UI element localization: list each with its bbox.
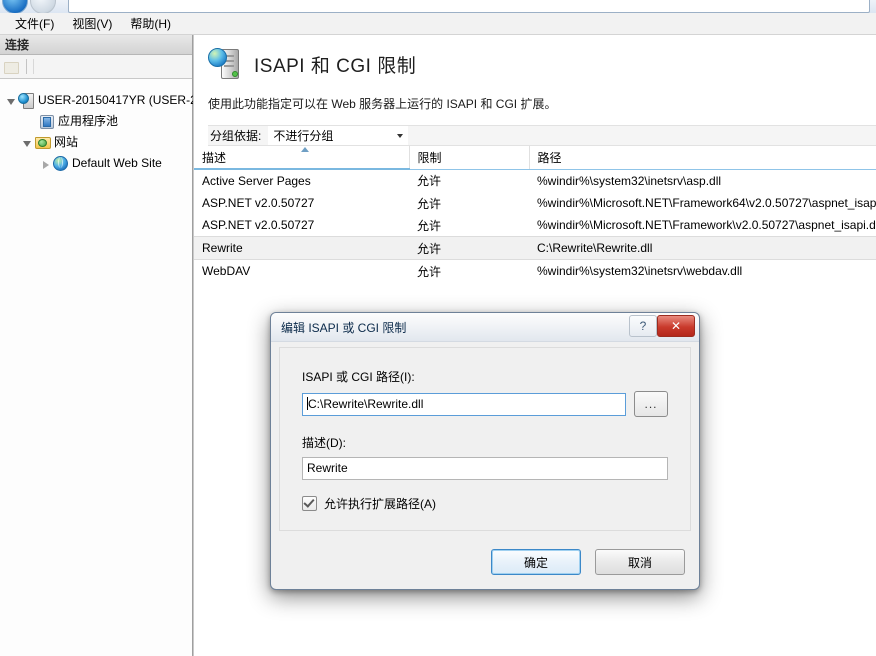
page-header: ISAPI 和 CGI 限制: [194, 35, 876, 81]
isapi-restrictions-table: 描述 限制 路径 Active Server Pages 允许 %windir%…: [194, 146, 876, 282]
group-by-bar: 分组依据: 不进行分组: [208, 125, 876, 146]
menu-bar: 文件(F) 视图(V) 帮助(H): [0, 13, 876, 35]
column-header-label: 限制: [417, 150, 442, 165]
address-input[interactable]: [68, 0, 870, 13]
path-input[interactable]: C:\Rewrite\Rewrite.dll: [302, 392, 626, 416]
edit-isapi-cgi-restriction-dialog: 编辑 ISAPI 或 CGI 限制 ? ✕ ISAPI 或 CGI 路径(I):…: [270, 312, 700, 590]
menu-file[interactable]: 文件(F): [6, 13, 63, 34]
connections-pane-title: 连接: [0, 35, 192, 55]
cell-restriction: 允许: [417, 264, 442, 279]
sites-folder-icon: [34, 134, 51, 150]
cell-path: %windir%\Microsoft.NET\Framework64\v2.0.…: [537, 196, 876, 210]
tree-item-label: 应用程序池: [58, 114, 119, 128]
table-row[interactable]: Rewrite 允许 C:\Rewrite\Rewrite.dll: [194, 236, 876, 260]
dialog-body: ISAPI 或 CGI 路径(I): C:\Rewrite\Rewrite.dl…: [279, 347, 691, 531]
cell-description: ASP.NET v2.0.50727: [202, 196, 315, 210]
column-header-label: 路径: [537, 150, 562, 165]
path-field-row: C:\Rewrite\Rewrite.dll ...: [302, 391, 668, 417]
cell-restriction: 允许: [417, 196, 442, 211]
table-header-row: 描述 限制 路径: [194, 146, 876, 170]
table-row[interactable]: Active Server Pages 允许 %windir%\system32…: [194, 169, 876, 192]
column-header-description[interactable]: 描述: [194, 146, 410, 170]
description-input[interactable]: Rewrite: [302, 457, 668, 480]
tree-item-label: USER-20150417YR (USER-2: [38, 92, 197, 107]
column-header-path[interactable]: 路径: [529, 146, 876, 170]
cell-path: %windir%\system32\inetsrv\webdav.dll: [537, 264, 743, 278]
cell-description: Active Server Pages: [202, 174, 311, 188]
connections-tree: USER-20150417YR (USER-2 应用程序池 网站 Default…: [0, 79, 197, 173]
browse-button[interactable]: ...: [634, 391, 668, 417]
cell-description: WebDAV: [202, 264, 251, 278]
description-field-label: 描述(D):: [302, 436, 346, 450]
table-body: Active Server Pages 允许 %windir%\system32…: [194, 169, 876, 282]
tree-item-default-web-site[interactable]: Default Web Site: [4, 152, 192, 173]
cell-path: %windir%\Microsoft.NET\Framework\v2.0.50…: [537, 218, 876, 232]
address-bar-strip: [0, 0, 876, 14]
cell-description: Rewrite: [194, 236, 409, 260]
group-by-label: 分组依据:: [210, 129, 262, 143]
toolbar-spacer: [33, 59, 144, 74]
cell-path: C:\Rewrite\Rewrite.dll: [529, 236, 876, 260]
expander-closed-icon[interactable]: [40, 157, 51, 169]
cell-restriction: 允许: [417, 218, 442, 233]
allow-extension-path-label: 允许执行扩展路径(A): [324, 497, 436, 511]
group-by-select[interactable]: 不进行分组: [268, 126, 409, 145]
connections-pane: 连接 USER-20150417YR (USER-2 应用程序池 网站 Defa…: [0, 35, 197, 656]
isapi-cgi-icon: [208, 47, 244, 81]
dialog-title-bar[interactable]: 编辑 ISAPI 或 CGI 限制 ? ✕: [271, 313, 699, 342]
table-row[interactable]: ASP.NET v2.0.50727 允许 %windir%\Microsoft…: [194, 214, 876, 237]
expander-placeholder: [26, 115, 37, 126]
tree-item-label: 网站: [54, 135, 79, 149]
back-button[interactable]: [2, 0, 28, 13]
globe-icon: [52, 155, 68, 171]
page-title: ISAPI 和 CGI 限制: [254, 55, 417, 77]
tree-item-label: Default Web Site: [72, 155, 162, 170]
server-icon: [18, 92, 34, 109]
menu-view[interactable]: 视图(V): [63, 13, 121, 34]
page-description: 使用此功能指定可以在 Web 服务器上运行的 ISAPI 和 CGI 扩展。: [208, 97, 557, 111]
save-connections-icon[interactable]: [4, 60, 20, 74]
tree-item-sites[interactable]: 网站: [4, 131, 192, 152]
cell-description: ASP.NET v2.0.50727: [202, 218, 315, 232]
description-input-value: Rewrite: [307, 461, 348, 475]
path-input-value: C:\Rewrite\Rewrite.dll: [308, 396, 424, 411]
connections-toolbar: [0, 55, 192, 79]
table-row[interactable]: ASP.NET v2.0.50727 允许 %windir%\Microsoft…: [194, 192, 876, 214]
column-header-restriction[interactable]: 限制: [409, 146, 530, 170]
close-icon[interactable]: ✕: [657, 315, 695, 337]
expander-open-icon[interactable]: [6, 94, 17, 105]
iis-manager-window: 文件(F) 视图(V) 帮助(H) 连接 USER-20150417YR (US…: [0, 0, 876, 656]
path-field-label: ISAPI 或 CGI 路径(I):: [302, 370, 415, 384]
forward-button[interactable]: [30, 0, 56, 13]
tree-item-server[interactable]: USER-20150417YR (USER-2: [4, 89, 197, 110]
column-header-label: 描述: [202, 150, 227, 165]
group-by-value: 不进行分组: [273, 129, 334, 143]
sort-ascending-icon: [301, 147, 310, 152]
app-pool-icon: [38, 113, 54, 129]
cell-restriction: 允许: [409, 236, 529, 260]
tree-item-app-pools[interactable]: 应用程序池: [4, 110, 192, 131]
ok-button[interactable]: 确定: [491, 549, 581, 575]
dialog-title: 编辑 ISAPI 或 CGI 限制: [281, 321, 407, 335]
table-row[interactable]: WebDAV 允许 %windir%\system32\inetsrv\webd…: [194, 260, 876, 283]
cell-restriction: 允许: [417, 174, 442, 189]
toolbar-separator: [26, 59, 27, 74]
allow-extension-path-checkbox[interactable]: [302, 496, 317, 511]
menu-help[interactable]: 帮助(H): [121, 13, 180, 34]
cell-path: %windir%\system32\inetsrv\asp.dll: [537, 173, 722, 188]
chevron-down-icon: [397, 133, 404, 138]
dialog-footer: 确定 取消: [491, 549, 685, 575]
cancel-button[interactable]: 取消: [595, 549, 685, 575]
allow-extension-path-row[interactable]: 允许执行扩展路径(A): [302, 495, 668, 512]
expander-open-icon[interactable]: [22, 136, 33, 147]
help-icon[interactable]: ?: [629, 315, 657, 337]
